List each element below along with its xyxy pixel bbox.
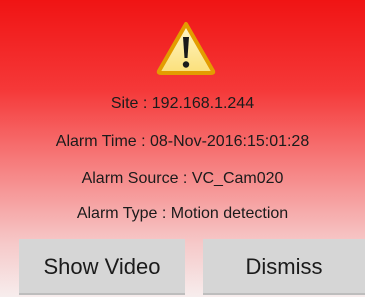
warning-triangle-icon <box>156 22 216 75</box>
alarm-source-text: Alarm Source : VC_Cam020 <box>81 170 284 187</box>
dismiss-button[interactable]: Dismiss <box>203 239 365 295</box>
alarm-dialog: Site : 192.168.1.244 Alarm Time : 08-Nov… <box>0 0 365 297</box>
show-video-button[interactable]: Show Video <box>19 239 185 295</box>
alarm-site-text: Site : 192.168.1.244 <box>110 95 255 112</box>
alarm-time-text: Alarm Time : 08-Nov-2016:15:01:28 <box>55 133 310 150</box>
alarm-type-text: Alarm Type : Motion detection <box>76 205 289 222</box>
